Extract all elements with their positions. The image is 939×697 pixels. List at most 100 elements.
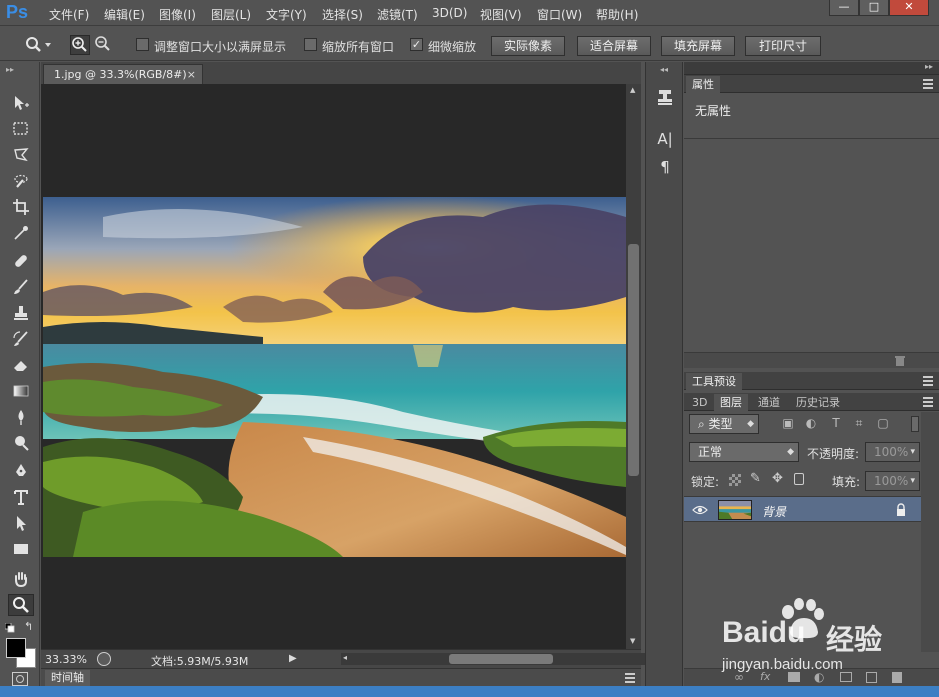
filter-toggle-switch[interactable] xyxy=(911,416,919,432)
layers-menu-icon[interactable] xyxy=(923,397,933,407)
tool-presets-menu-icon[interactable] xyxy=(923,376,933,386)
clone-source-icon[interactable] xyxy=(654,86,676,108)
tab-3d[interactable]: 3D xyxy=(686,394,713,411)
menu-filter[interactable]: 滤镜(T) xyxy=(377,6,418,23)
fill-screen-button[interactable]: 填充屏幕 xyxy=(661,36,735,56)
pen-tool-icon[interactable] xyxy=(8,460,34,482)
minimize-button[interactable]: — xyxy=(829,0,859,16)
filter-shape-icon[interactable]: ⌗ xyxy=(852,416,866,430)
actual-pixels-button[interactable]: 实际像素 xyxy=(491,36,565,56)
character-panel-icon[interactable]: A| xyxy=(654,128,676,150)
lock-all-icon[interactable] xyxy=(794,473,804,485)
scroll-down-arrow-icon[interactable]: ▼ xyxy=(630,637,635,645)
filter-adjustment-icon[interactable]: ◐ xyxy=(804,416,818,430)
resize-windows-checkbox[interactable] xyxy=(136,38,149,51)
filter-type-icon[interactable]: T xyxy=(829,416,843,430)
tab-history[interactable]: 历史记录 xyxy=(790,394,846,411)
status-info-icon[interactable] xyxy=(97,652,111,666)
gradient-tool-icon[interactable] xyxy=(8,380,34,402)
tab-tool-presets[interactable]: 工具预设 xyxy=(686,373,742,390)
menu-view[interactable]: 视图(V) xyxy=(480,6,522,23)
hand-tool-icon[interactable] xyxy=(8,568,34,590)
tab-channels[interactable]: 通道 xyxy=(752,394,786,411)
zoom-all-windows-checkbox[interactable] xyxy=(304,38,317,51)
swap-colors-icon[interactable]: ↰ xyxy=(24,620,33,633)
timeline-tab[interactable]: 时间轴 xyxy=(45,670,90,686)
vertical-scrollbar[interactable]: ▲ ▼ xyxy=(626,84,641,649)
blend-mode-dropdown[interactable]: 正常 ◆ xyxy=(689,442,799,462)
properties-footer xyxy=(684,352,939,368)
menu-type[interactable]: 文字(Y) xyxy=(266,6,307,23)
vertical-scroll-thumb[interactable] xyxy=(628,244,639,476)
marquee-tool-icon[interactable] xyxy=(8,118,34,140)
zoom-in-icon[interactable] xyxy=(70,35,90,55)
maximize-button[interactable]: □ xyxy=(859,0,889,16)
clone-stamp-tool-icon[interactable] xyxy=(8,302,34,324)
layer-filter-dropdown[interactable]: ⌕ 类型 ◆ xyxy=(689,414,759,434)
status-menu-arrow-icon[interactable]: ▶ xyxy=(289,653,297,664)
healing-brush-tool-icon[interactable] xyxy=(8,250,34,272)
blur-tool-icon[interactable] xyxy=(8,406,34,428)
document-image[interactable] xyxy=(43,197,626,557)
opacity-field[interactable]: 100% ▾ xyxy=(865,442,920,462)
zoom-tool-icon[interactable] xyxy=(8,594,34,616)
history-brush-tool-icon[interactable] xyxy=(8,328,34,350)
brush-tool-icon[interactable] xyxy=(8,276,34,298)
collapsed-panels-dock: ◂◂ A| ¶ xyxy=(645,62,683,686)
menu-layer[interactable]: 图层(L) xyxy=(211,6,251,23)
scroll-up-arrow-icon[interactable]: ▲ xyxy=(630,86,635,94)
default-colors-icon[interactable] xyxy=(4,622,17,636)
scrubby-zoom-checkbox[interactable]: ✓ xyxy=(410,38,423,51)
layer-row[interactable]: 背景 xyxy=(684,496,921,522)
filter-pixel-icon[interactable]: ▣ xyxy=(781,416,795,430)
scroll-left-arrow-icon[interactable]: ◂ xyxy=(343,653,347,662)
layer-name[interactable]: 背景 xyxy=(762,503,786,520)
menu-edit[interactable]: 编辑(E) xyxy=(104,6,145,23)
rectangle-tool-icon[interactable] xyxy=(8,538,34,560)
horizontal-scrollbar[interactable]: ◂ ▸ xyxy=(341,653,666,665)
zoom-out-icon[interactable] xyxy=(94,35,114,55)
print-size-button[interactable]: 打印尺寸 xyxy=(745,36,821,56)
lock-position-icon[interactable]: ✥ xyxy=(772,471,783,486)
crop-tool-icon[interactable] xyxy=(8,196,34,218)
canvas-area[interactable] xyxy=(41,84,626,649)
lock-pixels-icon[interactable]: ✎ xyxy=(750,471,761,486)
horizontal-scroll-thumb[interactable] xyxy=(449,654,553,664)
menu-help[interactable]: 帮助(H) xyxy=(596,6,638,23)
paragraph-panel-icon[interactable]: ¶ xyxy=(654,156,676,178)
filter-smart-object-icon[interactable]: ▢ xyxy=(876,416,890,430)
move-tool-icon[interactable] xyxy=(8,92,34,114)
zoom-level-readout[interactable]: 33.33% xyxy=(45,653,87,666)
type-tool-icon[interactable] xyxy=(8,486,34,508)
dodge-tool-icon[interactable] xyxy=(8,432,34,454)
dock-collapse-arrows-icon[interactable]: ◂◂ xyxy=(660,65,668,74)
foreground-color-swatch-top[interactable] xyxy=(6,638,26,658)
eraser-tool-icon[interactable] xyxy=(8,354,34,376)
zoom-tool-preset-icon[interactable] xyxy=(24,35,51,55)
menu-3d[interactable]: 3D(D) xyxy=(432,6,467,20)
menu-select[interactable]: 选择(S) xyxy=(322,6,363,23)
fit-screen-button[interactable]: 适合屏幕 xyxy=(577,36,651,56)
tab-layers[interactable]: 图层 xyxy=(714,394,748,411)
eye-icon[interactable] xyxy=(692,503,708,517)
lock-transparent-icon[interactable] xyxy=(729,474,741,486)
path-selection-tool-icon[interactable] xyxy=(8,512,34,534)
quick-selection-tool-icon[interactable] xyxy=(8,170,34,192)
collapse-arrows-icon[interactable]: ▸▸ xyxy=(6,65,14,74)
dock-expand-arrows-icon[interactable]: ▸▸ xyxy=(925,62,933,71)
lasso-tool-icon[interactable] xyxy=(8,144,34,166)
timeline-menu-icon[interactable] xyxy=(625,673,635,683)
trash-icon[interactable] xyxy=(894,355,906,367)
fill-field[interactable]: 100% ▾ xyxy=(865,471,920,491)
quick-mask-icon[interactable] xyxy=(12,672,28,686)
close-tab-icon[interactable]: × xyxy=(187,68,196,81)
close-button[interactable]: ✕ xyxy=(889,0,929,16)
document-tab[interactable]: 1.jpg @ 33.3%(RGB/8#) × xyxy=(43,64,203,84)
menu-file[interactable]: 文件(F) xyxy=(49,6,89,23)
tab-properties[interactable]: 属性 xyxy=(686,76,720,93)
eyedropper-tool-icon[interactable] xyxy=(8,222,34,244)
layers-scrollbar[interactable] xyxy=(921,412,939,652)
properties-menu-icon[interactable] xyxy=(923,79,933,89)
menu-image[interactable]: 图像(I) xyxy=(159,6,196,23)
menu-window[interactable]: 窗口(W) xyxy=(537,6,582,23)
